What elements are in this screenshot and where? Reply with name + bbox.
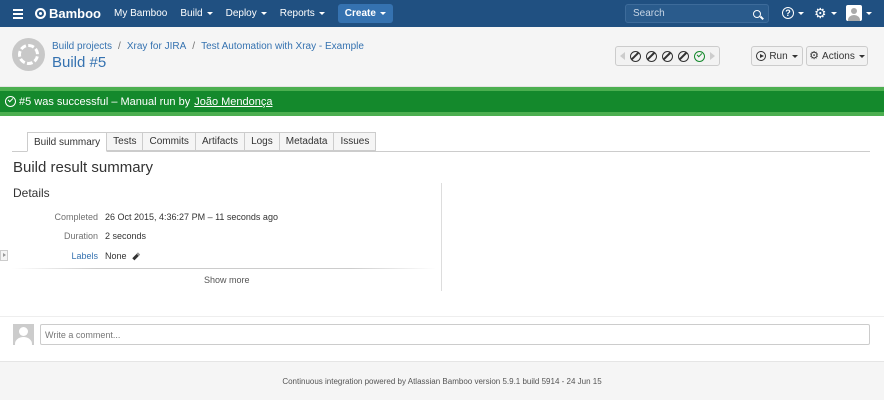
nav-reports[interactable]: Reports [280,8,325,19]
breadcrumb-separator: / [192,41,196,52]
previous-build-icon[interactable] [620,52,625,60]
user-avatar-icon [846,5,862,21]
build-result-summary-heading: Build result summary [13,159,154,176]
chevron-down-icon [858,54,865,58]
breadcrumb-plan[interactable]: Test Automation with Xray - Example [201,41,364,52]
duration-label: Duration [63,231,98,241]
project-icon [18,44,39,65]
sidebar-expand-handle[interactable] [0,250,8,261]
actions-button-label: Actions [822,50,855,62]
show-more-link[interactable]: Show more [204,275,250,285]
page-title: Build #5 [52,54,107,71]
details-heading: Details [13,186,50,200]
commenter-avatar [13,324,34,345]
status-text: #5 was successful – Manual run by [19,95,191,108]
chevron-down-icon [206,12,213,15]
bamboo-logo[interactable]: Bamboo [35,6,101,21]
admin-menu[interactable]: ⚙ [814,5,837,21]
gear-icon: ⚙ [814,5,827,21]
tab-build-summary[interactable]: Build summary [27,132,108,152]
nav-my-bamboo[interactable]: My Bamboo [114,8,167,19]
chevron-down-icon [379,12,386,15]
labels-value-row: None [105,251,140,261]
run-button-label: Run [769,50,788,62]
details-separator [12,268,436,269]
tab-logs[interactable]: Logs [245,132,280,151]
chevron-down-icon [798,11,804,15]
nav-deploy[interactable]: Deploy [226,8,267,19]
not-built-status-icon[interactable] [646,50,657,62]
nav-build-label: Build [180,8,203,19]
gear-icon: ⚙ [809,50,820,62]
search-box [625,4,769,23]
breadcrumb-build-projects[interactable]: Build projects [52,41,112,52]
chevron-down-icon [866,11,872,15]
create-button[interactable]: Create [337,4,393,23]
pencil-icon[interactable] [131,252,140,260]
success-status-icon[interactable] [694,50,705,62]
run-button[interactable]: Run [751,46,803,66]
help-icon: ? [782,7,794,19]
tab-commits[interactable]: Commits [143,132,196,151]
menu-icon[interactable] [13,8,23,19]
not-built-status-icon[interactable] [630,50,641,62]
triggering-user-link[interactable]: João Mendonça [194,96,272,108]
footer-powered-by: Continuous integration powered by Atlass… [282,377,602,386]
user-menu[interactable] [846,5,872,21]
tab-tests[interactable]: Tests [107,132,144,151]
chevron-down-icon [830,11,837,15]
result-tabs: Build summary Tests Commits Artifacts Lo… [27,132,377,152]
breadcrumb-project[interactable]: Xray for JIRA [127,41,186,52]
chevron-down-icon [260,12,267,15]
next-build-icon[interactable] [710,52,715,60]
not-built-status-icon[interactable] [662,50,673,62]
build-history-navigator [615,46,720,66]
tab-metadata[interactable]: Metadata [279,132,335,151]
labels-value: None [105,251,127,261]
chevron-down-icon [791,54,798,58]
completed-value: 26 Oct 2015, 4:36:27 PM – 11 seconds ago [105,212,278,222]
actions-button[interactable]: ⚙ Actions [806,46,868,66]
duration-value: 2 seconds [105,231,147,241]
tab-artifacts[interactable]: Artifacts [195,132,246,151]
build-status-banner: #5 was successful – Manual run by João M… [0,87,884,116]
nav-build[interactable]: Build [180,8,213,19]
chevron-down-icon [318,12,325,15]
breadcrumb: Build projects / Xray for JIRA / Test Au… [52,41,364,52]
column-divider [441,183,442,291]
search-input[interactable] [633,8,743,19]
nav-my-bamboo-label: My Bamboo [114,8,168,19]
labels-label[interactable]: Labels [0,251,98,261]
comment-input[interactable] [40,324,870,345]
not-built-status-icon[interactable] [678,50,689,62]
play-icon [756,51,767,61]
nav-deploy-label: Deploy [225,8,257,19]
nav-reports-label: Reports [279,8,315,19]
breadcrumb-separator: / [118,41,121,52]
tab-issues[interactable]: Issues [334,132,377,151]
create-button-label: Create [344,8,376,19]
completed-label: Completed [54,212,98,222]
check-circle-icon [5,96,16,107]
brand-name: Bamboo [49,6,101,21]
project-avatar [12,38,45,71]
bamboo-logo-icon [35,8,46,19]
help-menu[interactable]: ? [782,7,804,19]
search-icon[interactable] [753,9,761,18]
